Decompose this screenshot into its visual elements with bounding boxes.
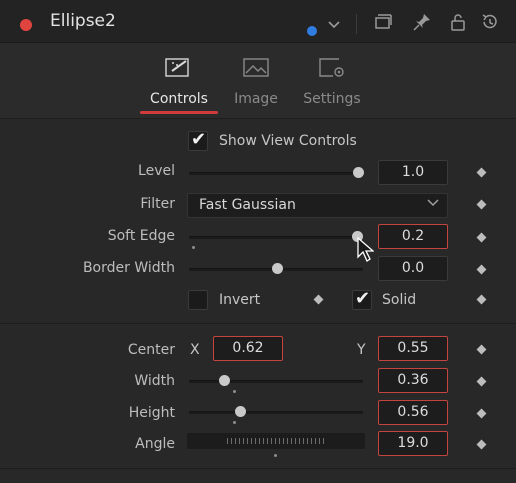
default-value-marker bbox=[274, 454, 277, 457]
tab-controls-label: Controls bbox=[150, 91, 208, 107]
filter-label: Filter bbox=[140, 196, 175, 212]
tab-settings[interactable]: Settings bbox=[297, 43, 367, 115]
default-value-marker bbox=[233, 390, 236, 393]
border-width-value-field[interactable]: 0.0 bbox=[378, 256, 448, 281]
width-label: Width bbox=[134, 373, 175, 389]
angle-thumbwheel[interactable] bbox=[187, 433, 365, 449]
image-icon bbox=[243, 58, 269, 77]
node-title: Ellipse2 bbox=[50, 11, 116, 31]
default-value-marker bbox=[233, 421, 236, 424]
title-bar: Ellipse2 bbox=[0, 0, 516, 43]
keyframe-diamond-icon[interactable] bbox=[476, 376, 487, 387]
show-view-controls-label: Show View Controls bbox=[219, 133, 357, 149]
invert-checkbox[interactable] bbox=[188, 290, 208, 310]
section-divider bbox=[0, 468, 516, 469]
title-separator bbox=[356, 14, 357, 34]
reset-icon[interactable] bbox=[480, 12, 500, 32]
width-slider-thumb[interactable] bbox=[219, 375, 230, 386]
keyframe-diamond-icon[interactable] bbox=[476, 294, 487, 305]
keyframe-diamond-icon[interactable] bbox=[476, 232, 487, 243]
inspector-panel: Ellipse2 Controls Image Settings ✔ Show … bbox=[0, 0, 516, 483]
lock-icon[interactable] bbox=[448, 12, 468, 32]
show-view-controls-checkbox[interactable]: ✔ bbox=[188, 129, 208, 151]
level-value-field[interactable]: 1.0 bbox=[378, 160, 448, 185]
checkmark-icon: ✔ bbox=[355, 288, 371, 309]
mouse-cursor-icon bbox=[357, 237, 374, 262]
level-slider-thumb[interactable] bbox=[353, 167, 364, 178]
tab-image-label: Image bbox=[234, 91, 278, 107]
level-label: Level bbox=[138, 163, 175, 179]
keyframe-diamond-icon[interactable] bbox=[476, 439, 487, 450]
height-label: Height bbox=[128, 405, 175, 421]
versions-icon[interactable] bbox=[373, 12, 393, 32]
invert-label: Invert bbox=[219, 292, 261, 308]
height-slider-track[interactable] bbox=[189, 411, 363, 414]
solid-label: Solid bbox=[382, 292, 417, 308]
width-slider-track[interactable] bbox=[189, 380, 363, 383]
border-width-slider-thumb[interactable] bbox=[272, 263, 283, 274]
active-tab-indicator bbox=[140, 111, 218, 114]
level-slider-track[interactable] bbox=[189, 172, 363, 175]
default-value-marker bbox=[192, 246, 195, 249]
soft-edge-slider-track[interactable] bbox=[189, 236, 363, 239]
soft-edge-label: Soft Edge bbox=[107, 228, 175, 244]
center-label: Center bbox=[127, 342, 175, 358]
chevron-down-icon bbox=[427, 199, 439, 207]
angle-label: Angle bbox=[135, 436, 175, 452]
section-divider bbox=[0, 323, 516, 324]
tab-settings-label: Settings bbox=[303, 91, 361, 107]
center-y-label: Y bbox=[357, 342, 366, 358]
border-width-label: Border Width bbox=[82, 260, 175, 276]
tab-image[interactable]: Image bbox=[221, 43, 291, 115]
color-indicator-dot[interactable] bbox=[307, 26, 317, 36]
keyframe-diamond-icon[interactable] bbox=[476, 264, 487, 275]
soft-edge-value-field[interactable]: 0.2 bbox=[378, 224, 448, 249]
keyframe-diamond-icon[interactable] bbox=[476, 199, 487, 210]
node-active-dot[interactable] bbox=[20, 19, 32, 31]
height-slider-thumb[interactable] bbox=[235, 406, 246, 417]
center-x-label: X bbox=[190, 342, 200, 358]
keyframe-diamond-icon[interactable] bbox=[476, 167, 487, 178]
width-value-field[interactable]: 0.36 bbox=[378, 368, 448, 393]
inspector-tabs: Controls Image Settings bbox=[0, 43, 516, 119]
angle-thumbwheel-ticks bbox=[227, 438, 327, 444]
keyframe-diamond-icon[interactable] bbox=[476, 408, 487, 419]
checkmark-icon: ✔ bbox=[191, 129, 207, 150]
chevron-down-icon[interactable] bbox=[328, 20, 340, 30]
keyframe-diamond-icon[interactable] bbox=[476, 344, 487, 355]
filter-dropdown-value: Fast Gaussian bbox=[199, 197, 296, 213]
center-y-field[interactable]: 0.55 bbox=[378, 336, 448, 361]
settings-icon bbox=[319, 58, 344, 77]
angle-value-field[interactable]: 19.0 bbox=[378, 431, 448, 456]
center-x-field[interactable]: 0.62 bbox=[213, 336, 283, 361]
filter-dropdown[interactable]: Fast Gaussian bbox=[187, 193, 448, 218]
solid-checkbox[interactable]: ✔ bbox=[352, 288, 372, 310]
tab-controls[interactable]: Controls bbox=[144, 43, 214, 115]
pin-icon[interactable] bbox=[412, 12, 432, 32]
height-value-field[interactable]: 0.56 bbox=[378, 400, 448, 425]
keyframe-diamond-icon[interactable] bbox=[313, 294, 324, 305]
controls-icon bbox=[165, 58, 189, 77]
